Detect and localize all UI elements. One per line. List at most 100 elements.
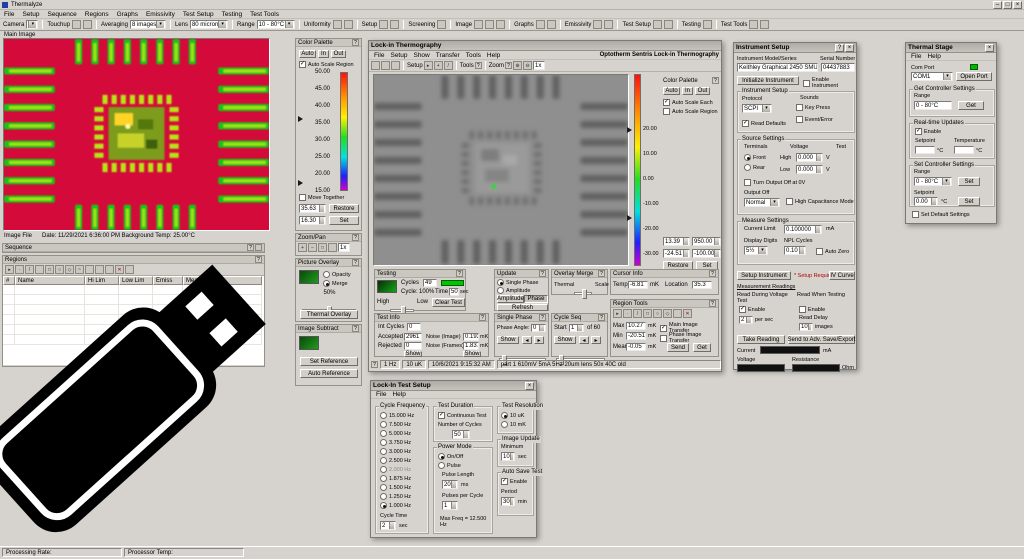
polyline-icon[interactable] [35, 265, 44, 274]
ts-menu-file[interactable]: File [908, 53, 924, 60]
model-select[interactable]: Keithley Graphical 2450 SMU [737, 63, 818, 72]
help-icon[interactable]: ? [352, 325, 359, 332]
phase-button[interactable]: Phase [524, 295, 548, 303]
enable-testing-read-checkbox[interactable] [799, 306, 806, 313]
lockin-scale-high-marker[interactable] [627, 127, 632, 133]
help-icon[interactable]: ? [598, 270, 605, 277]
lockin-menu-help[interactable]: Help [484, 52, 503, 59]
rotate-icon[interactable] [85, 265, 94, 274]
phase-angle-field[interactable]: 0 [531, 324, 546, 332]
auto-button[interactable]: Auto [299, 50, 316, 58]
sliders-icon[interactable] [653, 20, 662, 29]
freq-radio[interactable] [380, 493, 387, 500]
set-button[interactable]: Set [958, 197, 980, 206]
step-back-button[interactable]: ◂ [579, 336, 589, 344]
freehand-icon[interactable]: ~ [75, 265, 84, 274]
eraser-icon[interactable] [83, 20, 92, 29]
pan-hand-icon[interactable] [328, 243, 337, 252]
close-button[interactable]: × [845, 44, 854, 52]
send-button[interactable]: Send [667, 343, 689, 352]
phase-image-transfer-checkbox[interactable] [660, 335, 667, 342]
iv-curve-button[interactable]: IV Curve [829, 271, 855, 280]
amplitude-radio[interactable] [497, 287, 504, 294]
front-radio[interactable] [744, 154, 751, 161]
freq-radio[interactable] [380, 502, 387, 509]
auto-scale-region-checkbox[interactable] [299, 61, 306, 68]
lockin-scale-low-marker[interactable] [627, 215, 632, 221]
dlg-menu-file[interactable]: File [373, 391, 389, 398]
help-icon[interactable]: ? [255, 256, 262, 263]
rect-icon[interactable]: □ [643, 309, 652, 318]
lens-select[interactable]: 80 micron [190, 20, 228, 29]
menu-file[interactable]: File [0, 11, 18, 18]
cycles-field[interactable]: 49 [423, 279, 437, 287]
scale-high-input[interactable]: 35.63 [299, 204, 326, 213]
help-icon[interactable]: ? [539, 270, 546, 277]
protocol-select[interactable]: SCPI [742, 104, 772, 113]
properties-icon[interactable] [125, 265, 134, 274]
help-icon[interactable]: ? [352, 234, 359, 241]
close-button[interactable]: × [1013, 1, 1022, 9]
histogram-icon[interactable] [547, 20, 556, 29]
step-forward-button[interactable]: ▸ [534, 336, 544, 344]
in-button[interactable]: In [318, 50, 329, 58]
out-button[interactable]: Out [695, 87, 710, 95]
table-row[interactable] [3, 335, 264, 345]
delete-icon[interactable]: ✕ [115, 265, 124, 274]
help-icon[interactable]: ? [456, 270, 463, 277]
pulse-length-input[interactable]: 20 [442, 480, 458, 489]
help-icon[interactable]: ? [475, 62, 482, 69]
set-button[interactable]: Set [958, 177, 980, 186]
show-button[interactable]: Show [497, 336, 519, 344]
ts-menu-help[interactable]: Help [924, 53, 943, 60]
freq-radio[interactable] [380, 466, 387, 473]
resolution-10uk-radio[interactable] [501, 412, 508, 419]
averaging-select[interactable]: 8 images [130, 20, 166, 29]
lockin-zoom-field[interactable]: 1x [533, 61, 545, 70]
voltage-high-input[interactable]: 0.000 [796, 153, 823, 162]
clock-icon[interactable] [664, 20, 673, 29]
on-off-radio[interactable] [438, 453, 445, 460]
step-forward-button[interactable]: ▸ [591, 336, 601, 344]
int-cycles-field[interactable]: 0 [407, 323, 421, 331]
table-row[interactable] [3, 285, 264, 295]
show-button[interactable]: Show [463, 351, 481, 357]
thermal-overlay-button[interactable]: Thermal Overlay [300, 310, 358, 319]
auto-scale-each-checkbox[interactable] [663, 99, 670, 106]
time-field[interactable]: 50 [449, 288, 459, 296]
point-icon[interactable]: · [623, 309, 632, 318]
tools-icon[interactable] [749, 20, 758, 29]
maximize-button[interactable]: □ [1003, 1, 1012, 9]
lockin-menu-setup[interactable]: Setup [387, 52, 410, 59]
crosshair-icon[interactable]: + [434, 61, 443, 70]
restore-button[interactable]: Restore [329, 204, 359, 213]
show-button[interactable]: Show [404, 351, 422, 357]
help-icon[interactable]: ? [352, 39, 359, 46]
amplitude-button[interactable]: Amplitude [497, 295, 524, 303]
main-image-transfer-checkbox[interactable] [660, 325, 667, 332]
menu-test-tools[interactable]: Test Tools [246, 11, 283, 18]
zoom-level-field[interactable]: 1x [338, 243, 350, 252]
export-icon[interactable] [391, 61, 400, 70]
menu-test-setup[interactable]: Test Setup [179, 11, 218, 18]
menu-regions[interactable]: Regions [81, 11, 113, 18]
realtime-enable-checkbox[interactable] [915, 128, 922, 135]
help-icon[interactable]: ? [709, 300, 716, 307]
scale-low-input[interactable]: 16.30 [299, 216, 326, 225]
auto-reference-button[interactable]: Auto Reference [300, 369, 358, 378]
help-icon[interactable]: ? [598, 314, 605, 321]
grid-icon[interactable] [333, 20, 342, 29]
single-phase-radio[interactable] [497, 279, 504, 286]
freq-radio[interactable] [380, 457, 387, 464]
help-button[interactable]: ? [835, 44, 844, 52]
help-icon[interactable]: ? [709, 270, 716, 277]
line-icon[interactable]: / [633, 309, 642, 318]
image-icon[interactable] [474, 20, 483, 29]
move-together-checkbox[interactable] [299, 194, 306, 201]
copy-icon[interactable] [105, 265, 114, 274]
resolution-10mk-radio[interactable] [501, 421, 508, 428]
in-button[interactable]: In [682, 87, 693, 95]
read-rate-input[interactable]: 2 [739, 316, 753, 324]
set-default-settings-checkbox[interactable] [912, 211, 919, 218]
minimize-button[interactable]: – [993, 1, 1002, 9]
